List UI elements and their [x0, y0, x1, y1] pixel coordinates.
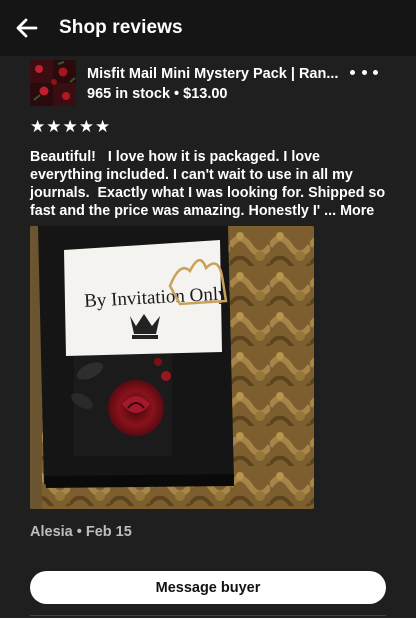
star-icon: ★: [78, 117, 94, 136]
star-icon: ★: [30, 117, 46, 136]
review-photo[interactable]: By Invitation Only: [30, 226, 314, 509]
listing-title[interactable]: Misfit Mail Mini Mystery Pack | Ran...: [87, 66, 342, 82]
message-buyer-button[interactable]: Message buyer: [30, 571, 386, 604]
listing-thumbnail-image: [30, 60, 76, 106]
listing-summary[interactable]: Misfit Mail Mini Mystery Pack | Ran... 9…: [30, 60, 386, 106]
arrow-left-icon: [16, 18, 38, 38]
more-horizontal-icon: [373, 69, 378, 75]
divider: [30, 615, 386, 616]
more-horizontal-icon: [361, 69, 367, 75]
listing-thumbnail[interactable]: [30, 60, 76, 106]
star-icon: ★: [62, 117, 78, 136]
more-link[interactable]: More: [340, 203, 374, 219]
reviewer-info: Alesia • Feb 15: [30, 524, 132, 540]
star-icon: ★: [46, 117, 62, 136]
review-photo-image: By Invitation Only: [30, 226, 314, 509]
more-horizontal-icon: [350, 69, 355, 75]
more-options-button[interactable]: [350, 64, 378, 80]
review-text: Beautiful! I love how it is packaged. I …: [30, 148, 390, 220]
rating-stars: ★ ★ ★ ★ ★: [30, 118, 110, 135]
star-icon: ★: [95, 117, 111, 136]
page-title: Shop reviews: [59, 17, 183, 38]
review-body: Beautiful! I love how it is packaged. I …: [30, 149, 390, 219]
listing-stock-price: 965 in stock • $13.00: [87, 86, 228, 102]
back-button[interactable]: [12, 13, 42, 43]
top-bar: Shop reviews: [0, 0, 416, 56]
